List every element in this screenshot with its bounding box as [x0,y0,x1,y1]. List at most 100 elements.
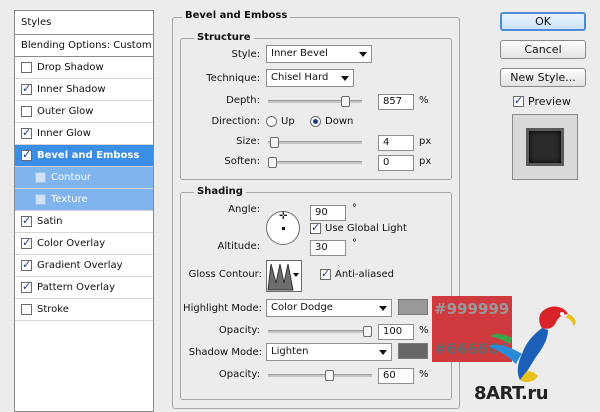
technique-label: Technique: [206,73,260,84]
style-item-label: Texture [51,194,88,205]
size-slider[interactable] [268,137,362,148]
style-item-bevel-and-emboss[interactable]: Bevel and Emboss [15,145,153,167]
style-checkbox[interactable] [21,280,32,293]
bevel-title: Bevel and Emboss [182,10,291,21]
style-item-color-overlay[interactable]: Color Overlay [15,233,153,255]
gloss-contour-label: Gloss Contour: [188,269,262,280]
soften-unit: px [419,156,432,167]
style-checkbox[interactable] [21,82,32,95]
shadow-opacity-thumb[interactable] [325,370,334,381]
shadow-opacity-label: Opacity: [218,369,260,380]
angle-label: Angle: [228,204,260,215]
preview-thumbnail [512,114,578,180]
highlight-opacity-unit: % [419,325,429,336]
shadow-mode-select[interactable]: Lighten [266,343,392,361]
style-item-texture[interactable]: Texture [15,189,153,211]
angle-dial[interactable]: ✛ [266,211,300,245]
depth-slider[interactable] [268,96,362,107]
style-item-drop-shadow[interactable]: Drop Shadow [15,57,153,79]
style-item-label: Stroke [37,304,69,315]
new-style-button[interactable]: New Style... [500,68,586,87]
chevron-down-icon [293,273,299,277]
altitude-input[interactable]: 30 [310,240,346,256]
style-checkbox[interactable] [21,304,32,315]
style-item-label: Inner Glow [37,128,91,139]
size-label: Size: [236,136,260,147]
highlight-mode-label: Highlight Mode: [183,303,262,314]
size-thumb[interactable] [270,137,279,148]
style-checkbox[interactable] [21,106,32,117]
soften-label: Soften: [224,156,260,167]
style-item-satin[interactable]: Satin [15,211,153,233]
style-item-inner-glow[interactable]: Inner Glow [15,123,153,145]
shadow-opacity-input[interactable]: 60 [378,368,414,384]
shadow-color-swatch[interactable] [398,343,428,359]
ok-button[interactable]: OK [500,12,586,31]
chevron-down-icon [379,350,387,355]
highlight-mode-select[interactable]: Color Dodge [266,299,392,317]
technique-select[interactable]: Chisel Hard [266,69,354,87]
angle-unit: ° [352,203,357,214]
style-select[interactable]: Inner Bevel [266,45,372,63]
watermark-text: 8ART.ru [474,383,549,404]
styles-panel: Styles Blending Options: Custom Drop Sha… [14,10,154,412]
angle-input[interactable]: 90 [310,205,346,221]
style-checkbox[interactable] [21,148,32,161]
shading-title: Shading [194,186,246,197]
bevel-emboss-panel: Bevel and Emboss Structure Style: Inner … [172,10,460,412]
shadow-opacity-unit: % [419,369,429,380]
depth-thumb[interactable] [341,96,350,107]
highlight-color-swatch[interactable] [398,299,428,315]
chevron-down-icon [359,52,367,57]
altitude-label: Altitude: [217,241,260,252]
style-checkbox[interactable] [21,62,32,73]
direction-up-label: Up [281,116,295,127]
styles-header[interactable]: Styles [15,11,153,35]
style-checkbox[interactable] [35,172,46,183]
antialiased-label: Anti-aliased [335,269,395,280]
style-item-pattern-overlay[interactable]: Pattern Overlay [15,277,153,299]
direction-down-radio[interactable] [310,116,321,127]
cancel-button[interactable]: Cancel [500,40,586,59]
highlight-opacity-thumb[interactable] [363,326,372,337]
style-checkbox[interactable] [35,194,46,205]
depth-label: Depth: [226,95,260,106]
style-item-label: Satin [37,216,63,227]
highlight-opacity-label: Opacity: [218,325,260,336]
highlight-opacity-input[interactable]: 100 [378,324,414,340]
direction-down-label: Down [325,116,354,127]
gloss-contour-icon [267,263,294,291]
global-light-checkbox[interactable] [310,221,321,234]
size-unit: px [419,136,432,147]
style-item-label: Color Overlay [37,238,106,249]
direction-label: Direction: [211,116,260,127]
style-item-gradient-overlay[interactable]: Gradient Overlay [15,255,153,277]
antialiased-checkbox[interactable] [320,267,331,280]
style-item-label: Pattern Overlay [37,282,116,293]
style-item-outer-glow[interactable]: Outer Glow [15,101,153,123]
chevron-down-icon [379,306,387,311]
style-item-stroke[interactable]: Stroke [15,299,153,321]
direction-up-radio[interactable] [266,116,277,127]
soften-thumb[interactable] [268,157,277,168]
style-item-label: Contour [51,172,91,183]
style-item-contour[interactable]: Contour [15,167,153,189]
size-input[interactable]: 4 [378,135,414,151]
angle-center-dot [282,227,285,230]
shadow-opacity-slider[interactable] [268,370,372,381]
preview-checkbox[interactable] [513,94,524,107]
chevron-down-icon [341,76,349,81]
highlight-opacity-slider[interactable] [268,326,372,337]
soften-slider[interactable] [268,157,362,168]
style-checkbox[interactable] [21,236,32,249]
blending-options[interactable]: Blending Options: Custom [15,35,153,57]
style-item-inner-shadow[interactable]: Inner Shadow [15,79,153,101]
gloss-contour-preview[interactable] [266,260,302,292]
global-light-label: Use Global Light [325,223,407,234]
style-checkbox[interactable] [21,126,32,139]
soften-input[interactable]: 0 [378,155,414,171]
depth-input[interactable]: 857 [378,94,414,110]
style-checkbox[interactable] [21,258,32,271]
shadow-mode-label: Shadow Mode: [188,347,262,358]
style-checkbox[interactable] [21,214,32,227]
